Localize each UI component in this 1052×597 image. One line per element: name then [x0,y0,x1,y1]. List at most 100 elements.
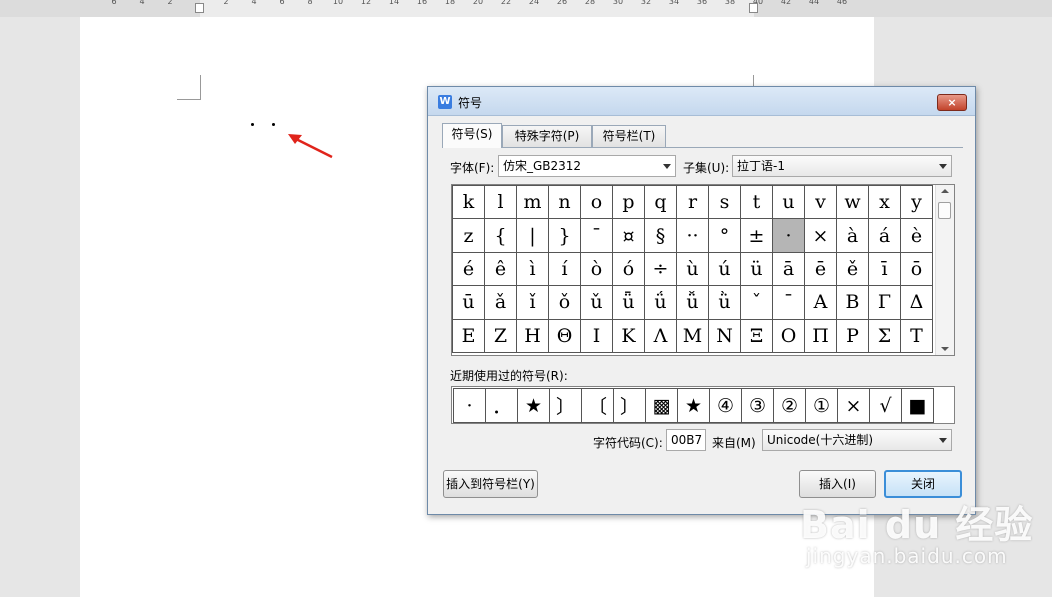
symbol-cell[interactable]: ō [900,251,933,287]
symbol-cell[interactable]: Α [804,285,837,320]
symbol-cell[interactable]: z [452,218,485,253]
recent-symbol-cell[interactable]: ★ [517,388,550,423]
symbol-cell[interactable]: ú [708,251,741,287]
symbol-cell[interactable]: Θ [548,318,581,353]
symbol-cell[interactable]: à [836,218,869,253]
symbol-cell[interactable]: r [676,184,709,220]
recent-symbol-cell[interactable]: ． [485,388,518,423]
recent-symbol-cell[interactable]: × [837,388,870,423]
symbol-cell[interactable]: w [836,184,869,220]
symbol-cell[interactable]: × [804,218,837,253]
symbol-cell[interactable]: ˇ [740,285,773,320]
symbol-cell[interactable]: ū [452,285,485,320]
recent-symbol-cell[interactable]: ■ [901,388,934,423]
symbol-cell[interactable]: Ε [452,318,485,353]
symbol-cell[interactable]: ¤ [612,218,645,253]
symbol-cell[interactable]: í [548,251,581,287]
symbol-cell[interactable]: Ο [772,318,805,353]
recent-symbol-cell[interactable]: ▩ [645,388,678,423]
symbol-cell[interactable]: ǎ [484,285,517,320]
recent-symbol-cell[interactable]: √ [869,388,902,423]
tab-symbols[interactable]: 符号(S) [442,123,502,148]
symbol-cell[interactable]: ī [868,251,901,287]
symbol-cell[interactable]: p [612,184,645,220]
symbol-cell[interactable]: ǒ [548,285,581,320]
symbol-cell[interactable]: · [772,218,805,253]
symbol-cell[interactable]: Τ [900,318,933,353]
symbol-cell[interactable]: Ι [580,318,613,353]
recent-symbol-cell[interactable]: ① [805,388,838,423]
symbol-cell[interactable]: è [900,218,933,253]
symbol-cell[interactable]: Κ [612,318,645,353]
insert-button[interactable]: 插入(I) [799,470,876,498]
from-select[interactable]: Unicode(十六进制) [762,429,952,451]
recent-symbol-cell[interactable]: 〔 [581,388,614,423]
symbol-cell[interactable]: Ρ [836,318,869,353]
symbol-cell[interactable]: t [740,184,773,220]
symbol-grid-scrollbar[interactable] [935,185,954,355]
symbol-cell[interactable]: ě [836,251,869,287]
insert-to-symbol-bar-button[interactable]: 插入到符号栏(Y) [443,470,538,498]
subset-select[interactable]: 拉丁语-1 [732,155,952,177]
recent-symbol-cell[interactable]: ④ [709,388,742,423]
symbol-cell[interactable]: y [900,184,933,220]
recent-symbol-cell[interactable]: 〕 [613,388,646,423]
symbol-cell[interactable]: ° [708,218,741,253]
symbol-cell[interactable]: ǘ [644,285,677,320]
symbol-cell[interactable]: s [708,184,741,220]
symbol-cell[interactable]: m [516,184,549,220]
recent-symbol-cell[interactable]: ② [773,388,806,423]
symbol-cell[interactable]: ·· [676,218,709,253]
symbol-cell[interactable]: Σ [868,318,901,353]
symbol-cell[interactable]: Ν [708,318,741,353]
font-select[interactable]: 仿宋_GB2312 [498,155,676,177]
symbol-cell[interactable]: n [548,184,581,220]
symbol-cell[interactable]: ǖ [612,285,645,320]
symbol-cell[interactable]: k [452,184,485,220]
symbol-cell[interactable]: u [772,184,805,220]
symbol-cell[interactable]: { [484,218,517,253]
symbol-cell[interactable]: | [516,218,549,253]
scroll-up-icon[interactable] [941,189,949,193]
symbol-cell[interactable]: ò [580,251,613,287]
right-indent-marker[interactable] [749,3,758,13]
symbol-cell[interactable]: ü [740,251,773,287]
tab-special-characters[interactable]: 特殊字符(P) [502,125,592,147]
recent-symbol-cell[interactable]: ③ [741,388,774,423]
char-code-input[interactable]: 00B7 [666,429,706,451]
symbol-cell[interactable]: Ξ [740,318,773,353]
symbol-cell[interactable]: l [484,184,517,220]
symbol-cell[interactable]: ǜ [708,285,741,320]
recent-symbol-cell[interactable]: ★ [677,388,710,423]
symbol-cell[interactable]: ā [772,251,805,287]
left-indent-marker[interactable] [195,3,204,13]
symbol-cell[interactable]: ê [484,251,517,287]
symbol-cell[interactable]: Δ [900,285,933,320]
symbol-cell[interactable]: Λ [644,318,677,353]
symbol-cell[interactable]: q [644,184,677,220]
symbol-cell[interactable]: x [868,184,901,220]
symbol-cell[interactable]: é [452,251,485,287]
symbol-cell[interactable]: ± [740,218,773,253]
tab-symbol-bar[interactable]: 符号栏(T) [592,125,666,147]
symbol-cell[interactable]: ǔ [580,285,613,320]
close-icon[interactable]: × [937,94,967,111]
symbol-cell[interactable]: ó [612,251,645,287]
symbol-cell[interactable]: Π [804,318,837,353]
symbol-cell[interactable]: Β [836,285,869,320]
symbol-cell[interactable]: ǚ [676,285,709,320]
horizontal-ruler[interactable]: 6 4 2 2 4 6 8 10 12 14 16 18 20 22 24 26 28 30 32 34 36 38 40 4… [0,0,1052,17]
symbol-cell[interactable]: o [580,184,613,220]
recent-symbol-cell[interactable]: 〕 [549,388,582,423]
close-button[interactable]: 关闭 [884,470,962,498]
symbol-cell[interactable]: § [644,218,677,253]
symbol-cell[interactable]: Η [516,318,549,353]
symbol-cell[interactable]: Γ [868,285,901,320]
scroll-down-icon[interactable] [941,347,949,351]
symbol-cell[interactable]: á [868,218,901,253]
symbol-cell[interactable]: ì [516,251,549,287]
symbol-cell[interactable]: Μ [676,318,709,353]
recent-symbol-cell[interactable]: · [453,388,486,423]
symbol-cell[interactable]: ù [676,251,709,287]
symbol-cell[interactable]: ÷ [644,251,677,287]
